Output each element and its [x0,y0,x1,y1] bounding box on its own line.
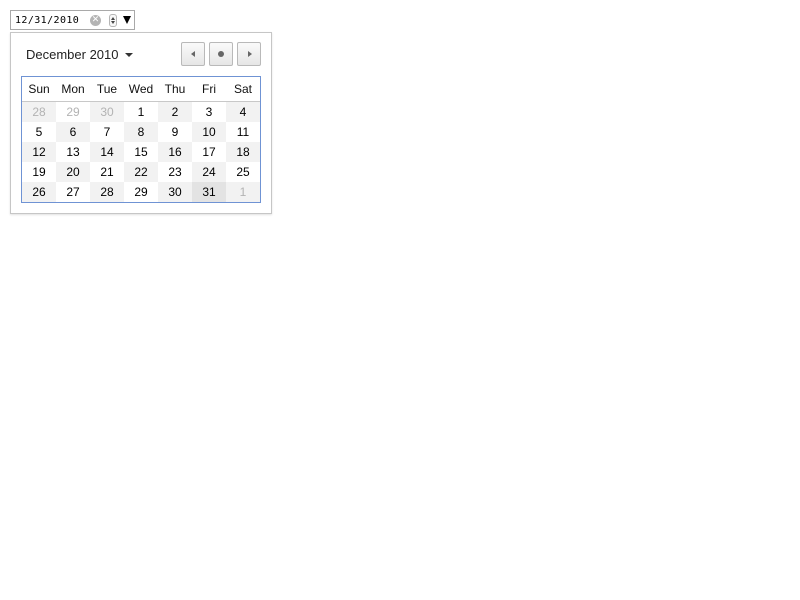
weekday-mon: Mon [61,82,85,96]
day-cell[interactable]: 29 [124,182,158,202]
day-cell[interactable]: 29 [56,102,90,122]
spinner-icon[interactable] [109,14,117,27]
day-cell[interactable]: 5 [22,122,56,142]
day-cell[interactable]: 4 [226,102,260,122]
today-button[interactable] [209,42,233,66]
day-cell[interactable]: 11 [226,122,260,142]
month-year-label: December 2010 [26,47,119,62]
day-cell[interactable]: 8 [124,122,158,142]
spin-down-icon[interactable] [111,21,115,24]
weekday-sun: Sun [28,82,50,96]
day-cell[interactable]: 10 [192,122,226,142]
day-cell[interactable]: 14 [90,142,124,162]
day-cell[interactable]: 15 [124,142,158,162]
day-cell[interactable]: 17 [192,142,226,162]
day-cell[interactable]: 27 [56,182,90,202]
day-cell[interactable]: 1 [226,182,260,202]
calendar-week-row: 28 29 30 1 2 3 4 [22,102,260,122]
calendar-weeks: 28 29 30 1 2 3 4 5 6 7 8 9 10 11 12 13 14 15 16 17 18 19 20 21 2… [22,102,260,202]
caret-down-icon [124,52,133,57]
month-year-selector[interactable]: December 2010 [26,47,133,62]
clear-icon[interactable]: ✕ [90,15,101,26]
previous-month-button[interactable] [181,42,205,66]
date-value[interactable]: 12/31/2010 [15,15,79,26]
calendar-week-row: 26 27 28 29 30 31 1 [22,182,260,202]
day-cell[interactable]: 3 [192,102,226,122]
day-cell[interactable]: 1 [124,102,158,122]
day-cell[interactable]: 18 [226,142,260,162]
weekday-wed: Wed [128,82,154,96]
weekday-tue: Tue [96,82,118,96]
weekday-thu: Thu [164,82,186,96]
calendar-week-row: 19 20 21 22 23 24 25 [22,162,260,182]
date-input[interactable]: 12/31/2010 ✕ [10,10,135,30]
day-cell[interactable]: 23 [158,162,192,182]
day-cell[interactable]: 24 [192,162,226,182]
day-cell[interactable]: 2 [158,102,192,122]
day-cell[interactable]: 30 [158,182,192,202]
day-cell[interactable]: 28 [22,102,56,122]
spin-up-icon[interactable] [111,17,115,20]
day-cell[interactable]: 7 [90,122,124,142]
calendar-week-row: 5 6 7 8 9 10 11 [22,122,260,142]
dropdown-arrow-icon[interactable] [123,16,131,24]
day-cell[interactable]: 16 [158,142,192,162]
day-cell[interactable]: 25 [226,162,260,182]
day-cell[interactable]: 19 [22,162,56,182]
day-cell[interactable]: 28 [90,182,124,202]
calendar-week-row: 12 13 14 15 16 17 18 [22,142,260,162]
next-month-button[interactable] [237,42,261,66]
day-cell[interactable]: 30 [90,102,124,122]
weekday-fri: Fri [202,82,216,96]
weekday-header: Sun Mon Tue Wed Thu Fri Sat [22,77,260,102]
day-cell[interactable]: 22 [124,162,158,182]
day-cell[interactable]: 9 [158,122,192,142]
day-cell[interactable]: 12 [22,142,56,162]
day-cell[interactable]: 21 [90,162,124,182]
weekday-sat: Sat [233,82,252,96]
day-cell[interactable]: 6 [56,122,90,142]
day-cell[interactable]: 20 [56,162,90,182]
arrow-right-icon [248,51,252,57]
calendar-grid: Sun Mon Tue Wed Thu Fri Sat 28 29 30 1 2 3 4 5 6 7 8 9 10 1… [21,76,261,203]
day-cell[interactable]: 13 [56,142,90,162]
arrow-left-icon [191,51,195,57]
dot-icon [218,51,224,57]
calendar-popup: December 2010 Sun Mon Tue Wed Thu Fri Sat 28 29… [10,32,272,214]
selected-day-cell[interactable]: 31 [192,182,226,202]
day-cell[interactable]: 26 [22,182,56,202]
